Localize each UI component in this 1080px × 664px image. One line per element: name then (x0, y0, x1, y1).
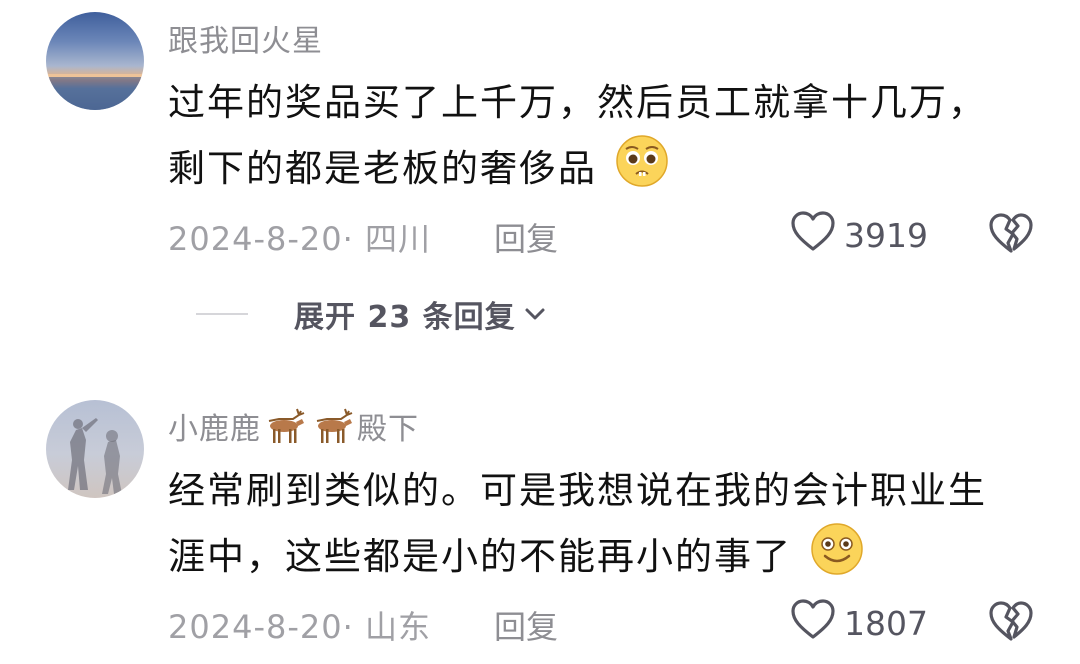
divider (196, 313, 248, 315)
comment-text-segment: 涯中，这些都是小的不能再小的事了 (168, 535, 792, 578)
reply-button[interactable]: 回复 (494, 214, 558, 260)
like-button[interactable]: 1807 (790, 598, 928, 648)
dislike-button[interactable] (988, 212, 1034, 258)
comment-text-line: 剩下的都是老板的奢侈品 (168, 134, 1048, 207)
pleading-face-emoji-icon (615, 134, 669, 207)
smiling-face-emoji-icon (810, 522, 864, 595)
avatar[interactable] (46, 12, 144, 110)
like-count: 1807 (844, 603, 928, 643)
reply-button[interactable]: 回复 (494, 602, 558, 648)
username-text: 殿下 (357, 412, 419, 447)
avatar[interactable] (46, 400, 144, 498)
username-text: 小鹿鹿 (168, 412, 261, 447)
comment-date-location: 2024-8-20· 四川 (168, 220, 431, 258)
comment-text: 过年的奖品买了上千万，然后员工就拿十几万， 剩下的都是老板的奢侈品 (168, 72, 1048, 207)
broken-heart-icon (988, 213, 1034, 258)
comment-text-segment: 剩下的都是老板的奢侈品 (168, 147, 597, 190)
comment-date-location: 2024-8-20· 山东 (168, 608, 431, 646)
expand-replies-label: 展开 23 条回复 (294, 300, 516, 335)
dislike-button[interactable] (988, 600, 1034, 646)
username[interactable]: 跟我回火星 (168, 16, 323, 60)
broken-heart-icon (988, 601, 1034, 646)
comment-text-line: 过年的奖品买了上千万，然后员工就拿十几万， (168, 81, 987, 124)
deer-emoji-icon (263, 407, 307, 455)
heart-icon (790, 598, 836, 648)
comment-text-line: 经常刷到类似的。可是我想说在我的会计职业生 (168, 469, 987, 512)
heart-icon (790, 210, 836, 260)
username[interactable]: 小鹿鹿 殿下 (168, 404, 419, 455)
like-button[interactable]: 3919 (790, 210, 928, 260)
like-count: 3919 (844, 215, 928, 255)
deer-emoji-icon (311, 407, 355, 455)
chevron-down-icon (524, 306, 546, 322)
comment-text: 经常刷到类似的。可是我想说在我的会计职业生 涯中，这些都是小的不能再小的事了 (168, 460, 1048, 595)
comment-text-line: 涯中，这些都是小的不能再小的事了 (168, 522, 1048, 595)
expand-replies-button[interactable]: 展开 23 条回复 (196, 292, 546, 336)
